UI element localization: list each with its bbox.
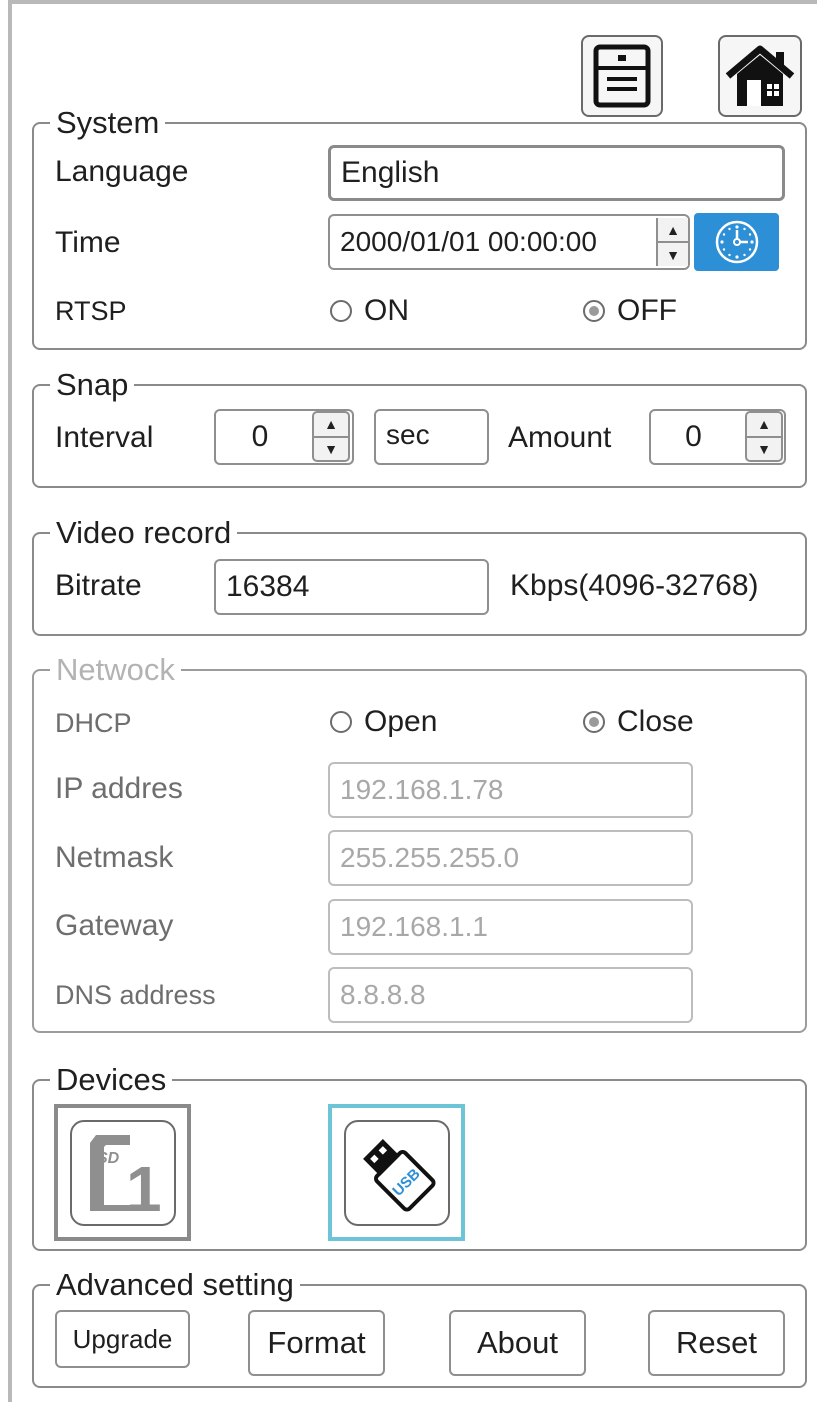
time-label: Time — [55, 226, 121, 259]
interval-down-icon[interactable]: ▼ — [314, 438, 348, 461]
amount-up-icon[interactable]: ▲ — [747, 413, 781, 438]
amount-down-icon[interactable]: ▼ — [747, 438, 781, 461]
ip-address-input[interactable]: 192.168.1.78 — [328, 762, 693, 818]
bitrate-label: Bitrate — [55, 569, 142, 602]
advanced-setting-legend: Advanced setting — [50, 1266, 300, 1304]
save-icon — [593, 44, 651, 108]
interval-value: 0 — [251, 420, 269, 453]
dhcp-label: DHCP — [55, 708, 132, 738]
sync-time-button[interactable] — [694, 213, 779, 271]
about-button[interactable]: About — [449, 1310, 586, 1376]
system-legend: System — [50, 104, 166, 142]
language-select[interactable]: English — [328, 145, 785, 201]
interval-label: Interval — [55, 421, 154, 454]
upgrade-button[interactable]: Upgrade — [55, 1310, 190, 1368]
usb-drive-button[interactable]: USB — [328, 1104, 465, 1241]
rtsp-off-radio[interactable]: OFF — [583, 293, 677, 329]
sd-card-icon: SD 1 — [89, 1134, 162, 1215]
radio-circle — [330, 711, 352, 733]
dns-address-label: DNS address — [55, 980, 216, 1010]
bitrate-range-label: Kbps(4096-32768) — [510, 569, 759, 602]
radio-circle-selected — [583, 711, 605, 733]
format-button[interactable]: Format — [248, 1310, 385, 1376]
language-label: Language — [55, 155, 189, 188]
radio-circle — [330, 300, 352, 322]
usb-drive-icon: USB — [362, 1138, 436, 1212]
home-button[interactable] — [718, 35, 802, 117]
time-down-icon[interactable]: ▼ — [658, 243, 688, 266]
network-legend: Netwock — [50, 651, 181, 689]
rtsp-on-radio[interactable]: ON — [330, 293, 409, 329]
time-stepper[interactable]: ▲ ▼ — [656, 218, 688, 266]
dhcp-open-radio[interactable]: Open — [330, 704, 437, 740]
usb-drive-frame: USB — [343, 1119, 450, 1226]
sd-card-button[interactable]: SD 1 — [54, 1104, 191, 1241]
rtsp-label: RTSP — [55, 296, 127, 326]
rtsp-on-label: ON — [364, 294, 409, 327]
bitrate-input[interactable]: 16384 — [214, 559, 489, 615]
home-icon — [725, 45, 795, 106]
amount-stepper[interactable]: ▲ ▼ — [745, 411, 783, 462]
video-record-legend: Video record — [50, 514, 238, 552]
interval-unit-select[interactable]: sec — [374, 409, 489, 465]
dhcp-open-label: Open — [364, 705, 438, 738]
snap-legend: Snap — [50, 366, 135, 404]
ip-address-label: IP addres — [55, 772, 183, 805]
window-frame-top — [8, 0, 817, 4]
dns-address-input[interactable]: 8.8.8.8 — [328, 967, 693, 1023]
interval-up-icon[interactable]: ▲ — [314, 413, 348, 438]
clock-icon — [715, 220, 758, 264]
netmask-label: Netmask — [55, 841, 174, 874]
rtsp-off-label: OFF — [617, 294, 677, 327]
sd-badge: SD — [97, 1150, 120, 1167]
reset-button[interactable]: Reset — [648, 1310, 785, 1376]
time-up-icon[interactable]: ▲ — [658, 218, 688, 243]
interval-stepper[interactable]: ▲ ▼ — [312, 411, 350, 462]
time-input[interactable]: 2000/01/01 00:00:00 — [328, 214, 690, 270]
sd-number: 1 — [126, 1153, 162, 1215]
amount-value: 0 — [685, 420, 702, 453]
dhcp-close-label: Close — [617, 705, 694, 738]
amount-label: Amount — [508, 421, 612, 454]
save-button[interactable] — [581, 35, 663, 117]
gateway-label: Gateway — [55, 909, 174, 942]
gateway-input[interactable]: 192.168.1.1 — [328, 899, 693, 955]
radio-circle-selected — [583, 300, 605, 322]
dhcp-close-radio[interactable]: Close — [583, 704, 694, 740]
sd-card-frame: SD 1 — [69, 1119, 176, 1226]
netmask-input[interactable]: 255.255.255.0 — [328, 830, 693, 886]
window-frame-left — [8, 0, 12, 1402]
devices-legend: Devices — [50, 1061, 173, 1099]
